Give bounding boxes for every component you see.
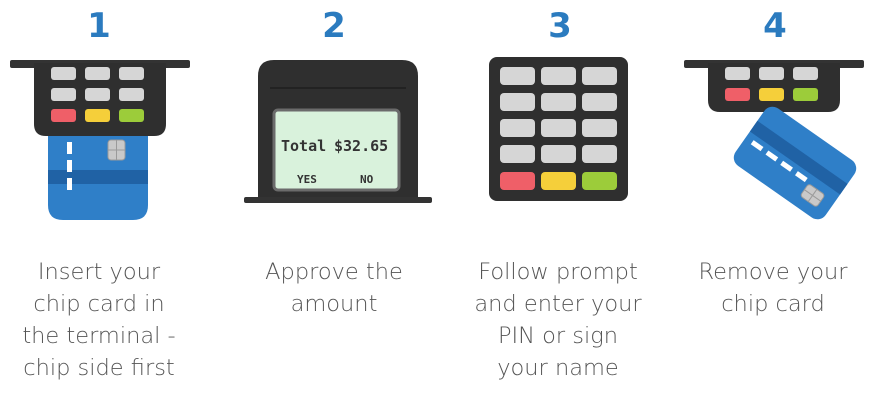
step-1-illustration xyxy=(10,60,190,220)
step-2-caption: Approve the amount xyxy=(265,259,403,317)
step-4-illustration xyxy=(684,60,864,220)
clear-key xyxy=(541,172,576,190)
step-2-illustration: Total $32.65 YES NO xyxy=(244,60,432,203)
step-3-illustration xyxy=(489,57,628,201)
chip-card-removed xyxy=(733,106,857,220)
screen-amount: $32.65 xyxy=(334,137,388,155)
step-1-caption: Insert your chip card in the terminal - … xyxy=(22,259,176,381)
step-3-caption: Follow prompt and enter your PIN or sign… xyxy=(474,259,642,381)
terminal-keypad-empty xyxy=(684,60,864,112)
step-4-caption: Remove your chip card xyxy=(698,259,848,317)
screen-total-label: Total xyxy=(281,137,326,155)
terminal-keypad xyxy=(10,60,190,136)
cancel-key xyxy=(500,172,535,190)
chip-icon xyxy=(107,139,126,161)
enter-key xyxy=(582,172,617,190)
screen-no-label: NO xyxy=(360,173,374,186)
screen-yes-label: YES xyxy=(297,173,317,186)
